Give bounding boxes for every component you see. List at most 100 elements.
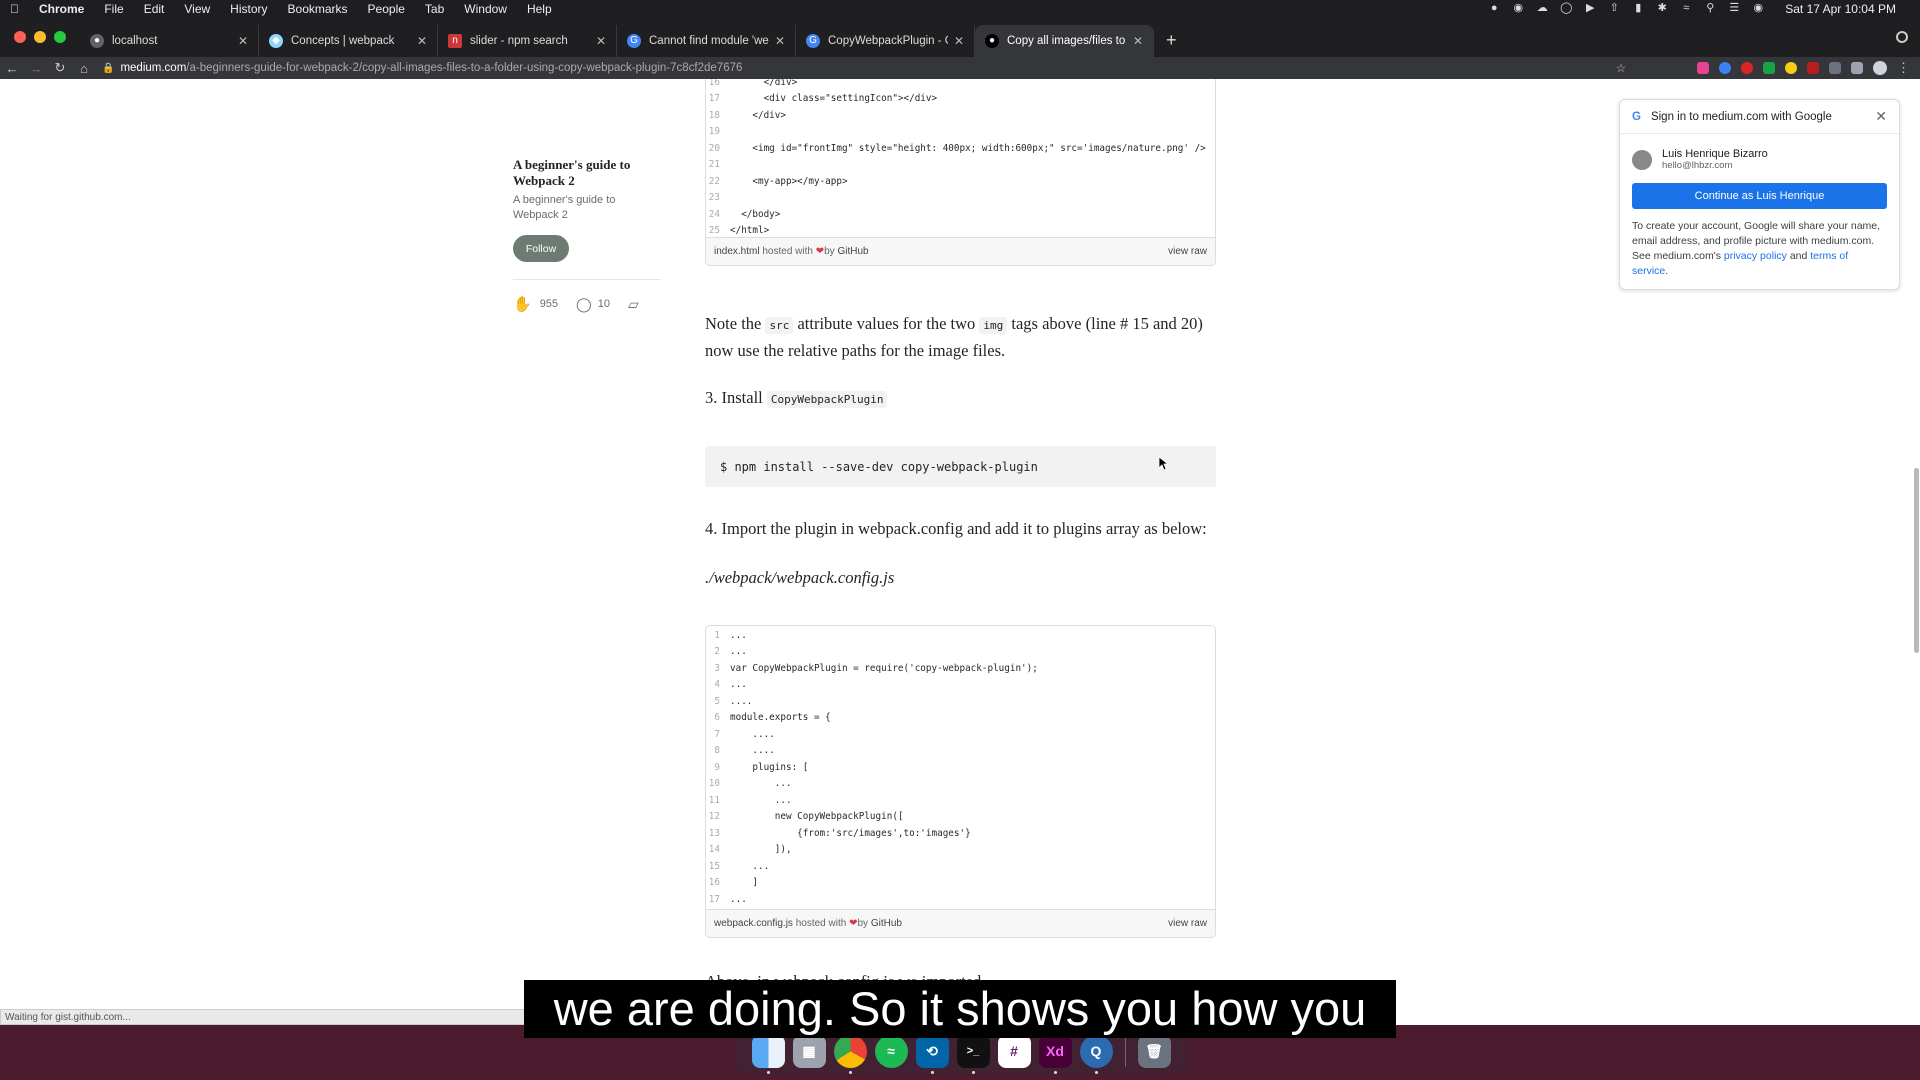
extension-icon[interactable] — [1697, 62, 1709, 74]
extension-icon[interactable] — [1807, 62, 1819, 74]
extension-icon[interactable] — [1829, 62, 1841, 74]
line-number: 3 — [714, 662, 720, 674]
extension-icon[interactable] — [1719, 62, 1731, 74]
browser-tab[interactable]: ● localhost ✕ — [80, 25, 259, 57]
play-icon[interactable]: ▶ — [1583, 3, 1597, 14]
gist-filename[interactable]: webpack.config.js — [714, 918, 793, 929]
close-tab-icon[interactable]: ✕ — [775, 34, 785, 48]
menu-app-name[interactable]: Chrome — [29, 2, 94, 16]
github-link[interactable]: GitHub — [837, 246, 868, 257]
menu-people[interactable]: People — [358, 2, 415, 16]
menu-view[interactable]: View — [174, 2, 220, 16]
more-menu-icon[interactable]: ⋮ — [1897, 60, 1910, 76]
upload-icon[interactable]: ⇧ — [1607, 3, 1621, 14]
menu-edit[interactable]: Edit — [134, 2, 175, 16]
gist-filename[interactable]: index.html — [714, 246, 760, 257]
minimize-window-button[interactable] — [34, 31, 46, 43]
privacy-policy-link[interactable]: privacy policy — [1724, 250, 1787, 262]
menubar-clock[interactable]: Sat 17 Apr 10:04 PM — [1775, 2, 1906, 16]
close-tab-icon[interactable]: ✕ — [596, 34, 606, 48]
menu-file[interactable]: File — [94, 2, 133, 16]
line-text: ... — [730, 893, 747, 905]
close-tab-icon[interactable]: ✕ — [954, 34, 964, 48]
clap-button[interactable]: ✋ 955 — [513, 295, 558, 313]
address-bar[interactable]: 🔒 medium.com/a-beginners-guide-for-webpa… — [96, 57, 1626, 79]
close-tab-icon[interactable]: ✕ — [238, 34, 248, 48]
wifi-icon[interactable]: ≈ — [1679, 3, 1693, 14]
line-number: 14 — [708, 844, 720, 856]
reload-icon[interactable]: ↻ — [48, 60, 72, 76]
terminal-icon[interactable]: >_ — [956, 1034, 990, 1074]
browser-tab[interactable]: ◆ Concepts | webpack ✕ — [259, 25, 438, 57]
zoom-window-button[interactable] — [54, 31, 66, 43]
home-icon[interactable]: ⌂ — [72, 61, 96, 76]
step-heading: 3. Install CopyWebpackPlugin — [705, 385, 1220, 412]
line-number: 25 — [708, 225, 720, 237]
menu-help[interactable]: Help — [517, 2, 562, 16]
record-icon[interactable]: ● — [1487, 3, 1501, 14]
browser-tab-active[interactable]: ● Copy all images/files to a folde ✕ — [975, 25, 1154, 57]
slack-icon[interactable]: # — [997, 1034, 1031, 1068]
profile-avatar[interactable] — [1873, 61, 1887, 75]
menu-tab[interactable]: Tab — [415, 2, 454, 16]
inline-code: src — [765, 317, 794, 334]
account-row[interactable]: Luis Henrique Bizarro hello@lhbzr.com — [1620, 134, 1899, 171]
spotlight-icon[interactable]: ⚲ — [1703, 3, 1717, 14]
extension-icon[interactable] — [1785, 62, 1797, 74]
extension-icon[interactable] — [1741, 62, 1753, 74]
line-text: <my-app></my-app> — [730, 175, 848, 187]
close-window-button[interactable] — [14, 31, 26, 43]
webpack-icon: ◆ — [269, 34, 283, 48]
apple-icon[interactable]:  — [0, 2, 29, 16]
siri-icon[interactable]: ◉ — [1751, 3, 1765, 14]
github-link[interactable]: GitHub — [871, 918, 902, 929]
adobe-xd-icon[interactable]: Xd — [1038, 1034, 1072, 1074]
continue-button[interactable]: Continue as Luis Henrique — [1632, 183, 1887, 209]
text: 3. Install — [705, 388, 767, 407]
text: Note the — [705, 314, 766, 333]
trash-icon[interactable]: 🗑 — [1137, 1034, 1171, 1068]
publication-title[interactable]: A beginner's guide to Webpack 2 — [513, 157, 661, 189]
file-path: ./webpack/webpack.config.js — [705, 568, 895, 587]
forward-arrow-icon[interactable]: → — [24, 61, 48, 76]
menu-history[interactable]: History — [220, 2, 277, 16]
browser-tab[interactable]: G CopyWebpackPlugin - Google ✕ — [796, 25, 975, 57]
tab-search-icon[interactable] — [1896, 31, 1908, 43]
launchpad-icon[interactable]: ▦ — [792, 1034, 826, 1068]
bookmark-star-icon[interactable]: ☆ — [1616, 61, 1626, 75]
spotify-icon[interactable]: ≈ — [874, 1034, 908, 1068]
puzzle-icon[interactable] — [1851, 62, 1863, 74]
quicktime-icon[interactable]: Q — [1079, 1034, 1113, 1074]
article-stats: ✋ 955 ◯ 10 ▱ — [513, 295, 661, 314]
line-text: ... — [730, 629, 747, 641]
menubar-status-area: ● ◉ ☁ ◯ ▶ ⇧ ▮ ✱ ≈ ⚲ ☰ ◉ Sat 17 Apr 10:04… — [1487, 2, 1920, 16]
control-center-icon[interactable]: ☰ — [1727, 3, 1741, 14]
creative-cloud-icon[interactable]: ◉ — [1511, 3, 1525, 14]
menu-window[interactable]: Window — [454, 2, 517, 16]
menu-bookmarks[interactable]: Bookmarks — [278, 2, 358, 16]
finder-icon[interactable] — [751, 1034, 785, 1074]
close-tab-icon[interactable]: ✕ — [1133, 34, 1143, 48]
chrome-icon[interactable] — [833, 1034, 867, 1074]
view-raw-link[interactable]: view raw — [1168, 918, 1207, 929]
clap-icon: ✋ — [513, 296, 532, 313]
sync-icon[interactable]: ◯ — [1559, 3, 1573, 14]
back-arrow-icon[interactable]: ← — [0, 61, 24, 76]
cloud-icon[interactable]: ☁ — [1535, 3, 1549, 14]
gist-meta: index.html hosted with ❤ by GitHub view r… — [706, 237, 1215, 265]
follow-button[interactable]: Follow — [513, 235, 569, 262]
new-tab-button[interactable]: + — [1154, 25, 1189, 57]
vscode-icon[interactable]: ⟲ — [915, 1034, 949, 1074]
page-scrollbar[interactable] — [1914, 468, 1919, 653]
line-number: 8 — [714, 745, 720, 757]
close-icon[interactable]: ✕ — [1875, 108, 1887, 125]
close-tab-icon[interactable]: ✕ — [417, 34, 427, 48]
browser-tab[interactable]: n slider - npm search ✕ — [438, 25, 617, 57]
bluetooth-icon[interactable]: ✱ — [1655, 3, 1669, 14]
browser-tab[interactable]: G Cannot find module 'webpack' ✕ — [617, 25, 796, 57]
extension-icon[interactable] — [1763, 62, 1775, 74]
battery-icon[interactable]: ▮ — [1631, 3, 1645, 14]
view-raw-link[interactable]: view raw — [1168, 246, 1207, 257]
bookmark-button[interactable]: ▱ — [628, 296, 639, 313]
comments-button[interactable]: ◯ 10 — [576, 296, 610, 313]
